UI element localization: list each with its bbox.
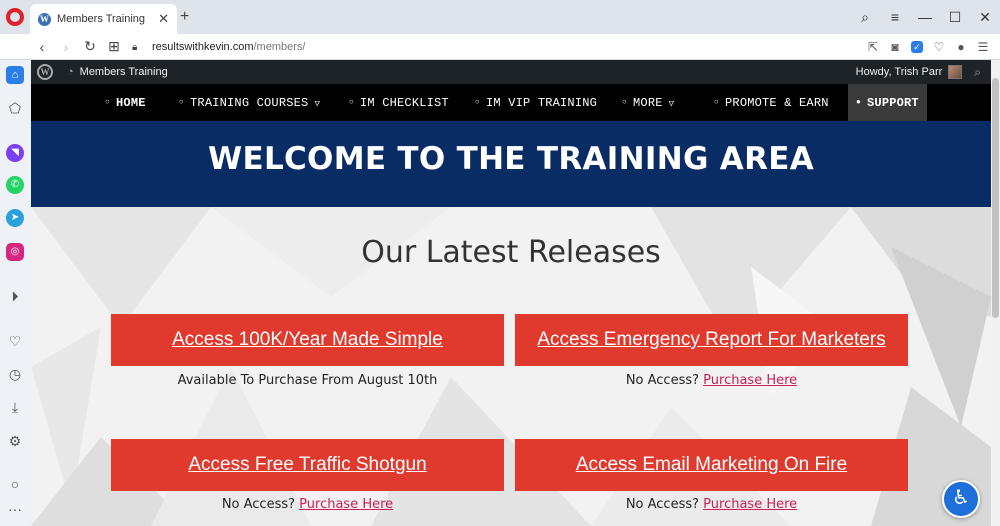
page-title: WELCOME TO THE TRAINING AREA <box>207 141 815 177</box>
instagram-icon[interactable]: ◎ <box>6 243 24 261</box>
wordpress-favicon-icon: W <box>38 12 51 26</box>
telegram-icon[interactable]: ➤ <box>6 209 24 227</box>
maximize-icon[interactable]: ☐ <box>940 9 970 26</box>
address-bar: ‹ › ↻ ⊞ 🔒︎ resultswithkevin.com/members/… <box>0 34 1000 60</box>
access-emergency-report-button[interactable]: Access Emergency Report For Marketers <box>515 314 908 366</box>
bookmarks-heart-icon[interactable]: ♡ <box>6 332 24 350</box>
address-bar-tools: ⇱ ◙ ✓ ♡ ● ☰ <box>864 34 992 60</box>
purchase-link[interactable]: Purchase Here <box>703 497 797 512</box>
url-field[interactable]: resultswithkevin.com/members/ <box>152 41 305 53</box>
tab-close-icon[interactable]: ✕ <box>158 11 169 27</box>
shield-icon[interactable]: ✓ <box>911 41 923 53</box>
hero-banner: WELCOME TO THE TRAINING AREA <box>31 121 991 207</box>
dashboard-gauge-icon[interactable]: ◔ <box>67 66 74 78</box>
nav-im-checklist[interactable]: ○ IM CHECKLIST <box>349 84 449 121</box>
nav-more[interactable]: ○ MORE ▽ <box>622 84 674 121</box>
latest-releases-section: Our Latest Releases Access 100K/Year Mad… <box>31 207 991 526</box>
search-icon[interactable]: ⌕ <box>974 65 981 80</box>
availability-note: Available To Purchase From August 10th <box>177 373 438 388</box>
browser-tab-bar: W Members Training ✕ + ⌕ ≡ — ☐ ✕ <box>0 0 1000 34</box>
nav-training-courses[interactable]: ○ TRAINING COURSES ▽ <box>179 84 320 121</box>
access-email-marketing-button[interactable]: Access Email Marketing On Fire <box>515 439 908 491</box>
settings-gear-icon[interactable]: ⚙ <box>6 432 24 450</box>
wordpress-logo-icon[interactable]: W <box>37 64 53 80</box>
no-access-note: No Access? Purchase Here <box>625 373 798 388</box>
home-icon[interactable]: ⌂ <box>6 66 24 84</box>
nav-im-vip-training[interactable]: ○ IM VIP TRAINING <box>475 84 597 121</box>
page-scrollbar[interactable] <box>991 60 1000 526</box>
no-access-note: No Access? Purchase Here <box>221 497 394 512</box>
dropdown-caret-icon: ▽ <box>314 99 321 109</box>
access-free-traffic-shotgun-button[interactable]: Access Free Traffic Shotgun <box>111 439 504 491</box>
easy-setup-icon[interactable]: ☰ <box>974 40 992 54</box>
nav-promote-earn[interactable]: ○ PROMOTE & EARN <box>714 84 829 121</box>
speed-dial-sidebar-icon[interactable]: ⬠ <box>6 99 24 117</box>
search-tabs-icon[interactable]: ⌕ <box>850 9 880 26</box>
send-icon[interactable]: ⇱ <box>864 40 882 54</box>
downloads-icon[interactable]: ⤓ <box>6 398 24 416</box>
back-icon[interactable]: ‹ <box>30 39 54 55</box>
wp-admin-bar: W ◔ Members Training Howdy, Trish Parr ⌕ <box>31 60 991 84</box>
no-access-note: No Access? Purchase Here <box>625 497 798 512</box>
player-icon[interactable]: ⏵ <box>6 287 24 305</box>
messenger-icon[interactable]: ◥ <box>6 144 24 162</box>
whatsapp-icon[interactable]: ✆ <box>6 176 24 194</box>
purchase-link[interactable]: Purchase Here <box>703 373 797 388</box>
heart-icon[interactable]: ♡ <box>930 40 948 54</box>
avatar[interactable] <box>948 65 963 79</box>
window-close-icon[interactable]: ✕ <box>970 9 1000 26</box>
more-icon[interactable]: ··· <box>6 500 24 518</box>
section-heading: Our Latest Releases <box>361 235 661 270</box>
main-navigation: ○ HOME ○ TRAINING COURSES ▽ ○ IM CHECKLIST ○… <box>31 84 991 121</box>
opera-logo-icon[interactable] <box>6 8 24 26</box>
new-tab-icon[interactable]: + <box>180 8 189 26</box>
lock-icon[interactable]: 🔒︎ <box>132 42 142 53</box>
opera-sidebar: ⌂ ⬠ ◥ ✆ ➤ ◎ ⏵ ♡ ◷ ⤓ ⚙ ○ ··· <box>0 60 31 526</box>
tips-icon[interactable]: ○ <box>6 475 24 493</box>
window-controls: ⌕ ≡ — ☐ ✕ <box>850 0 1000 34</box>
user-greeting[interactable]: Howdy, Trish Parr <box>856 66 943 78</box>
minimize-icon[interactable]: — <box>910 9 940 25</box>
profile-icon[interactable]: ● <box>952 40 970 54</box>
browser-tab[interactable]: W Members Training ✕ <box>30 4 177 34</box>
nav-home[interactable]: ○ HOME <box>105 84 146 121</box>
nav-support[interactable]: ● SUPPORT <box>848 84 927 121</box>
dropdown-caret-icon: ▽ <box>668 99 675 109</box>
admin-site-name[interactable]: Members Training <box>80 66 168 78</box>
camera-icon[interactable]: ◙ <box>886 40 904 54</box>
tab-title: Members Training <box>57 13 146 25</box>
history-icon[interactable]: ◷ <box>6 365 24 383</box>
purchase-link[interactable]: Purchase Here <box>299 497 393 512</box>
accessibility-icon[interactable]: ♿︎ <box>942 480 980 518</box>
access-100k-year-button[interactable]: Access 100K/Year Made Simple <box>111 314 504 366</box>
scrollbar-thumb[interactable] <box>992 78 999 318</box>
forward-icon[interactable]: › <box>54 39 78 55</box>
reload-icon[interactable]: ↻ <box>78 38 102 55</box>
tabs-menu-icon[interactable]: ≡ <box>880 9 910 25</box>
speed-dial-icon[interactable]: ⊞ <box>102 38 126 55</box>
